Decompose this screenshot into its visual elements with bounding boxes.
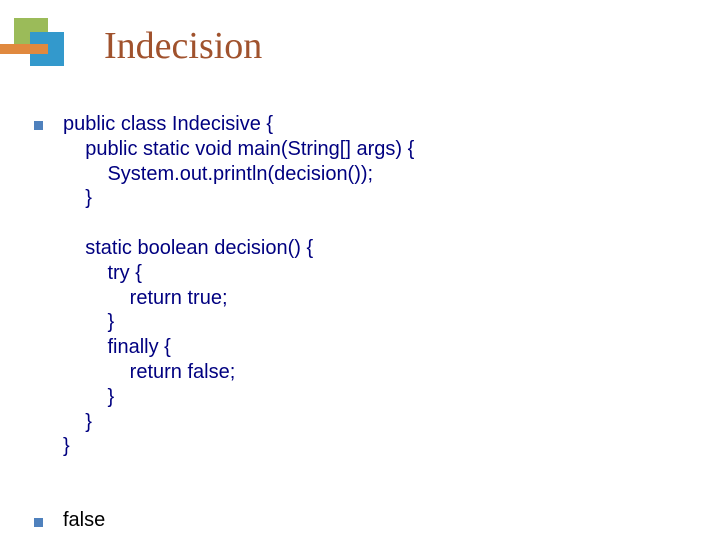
- code-block: public class Indecisive { public static …: [34, 112, 700, 459]
- answer-block: false: [34, 509, 700, 532]
- bullet-icon: [34, 121, 43, 130]
- slide-content: public class Indecisive { public static …: [34, 112, 700, 534]
- bullet-icon: [34, 518, 43, 527]
- slide-title: Indecision: [104, 24, 262, 68]
- code-text: public class Indecisive { public static …: [63, 112, 414, 459]
- answer-text: false: [63, 509, 105, 532]
- deco-bar-orange: [0, 44, 48, 54]
